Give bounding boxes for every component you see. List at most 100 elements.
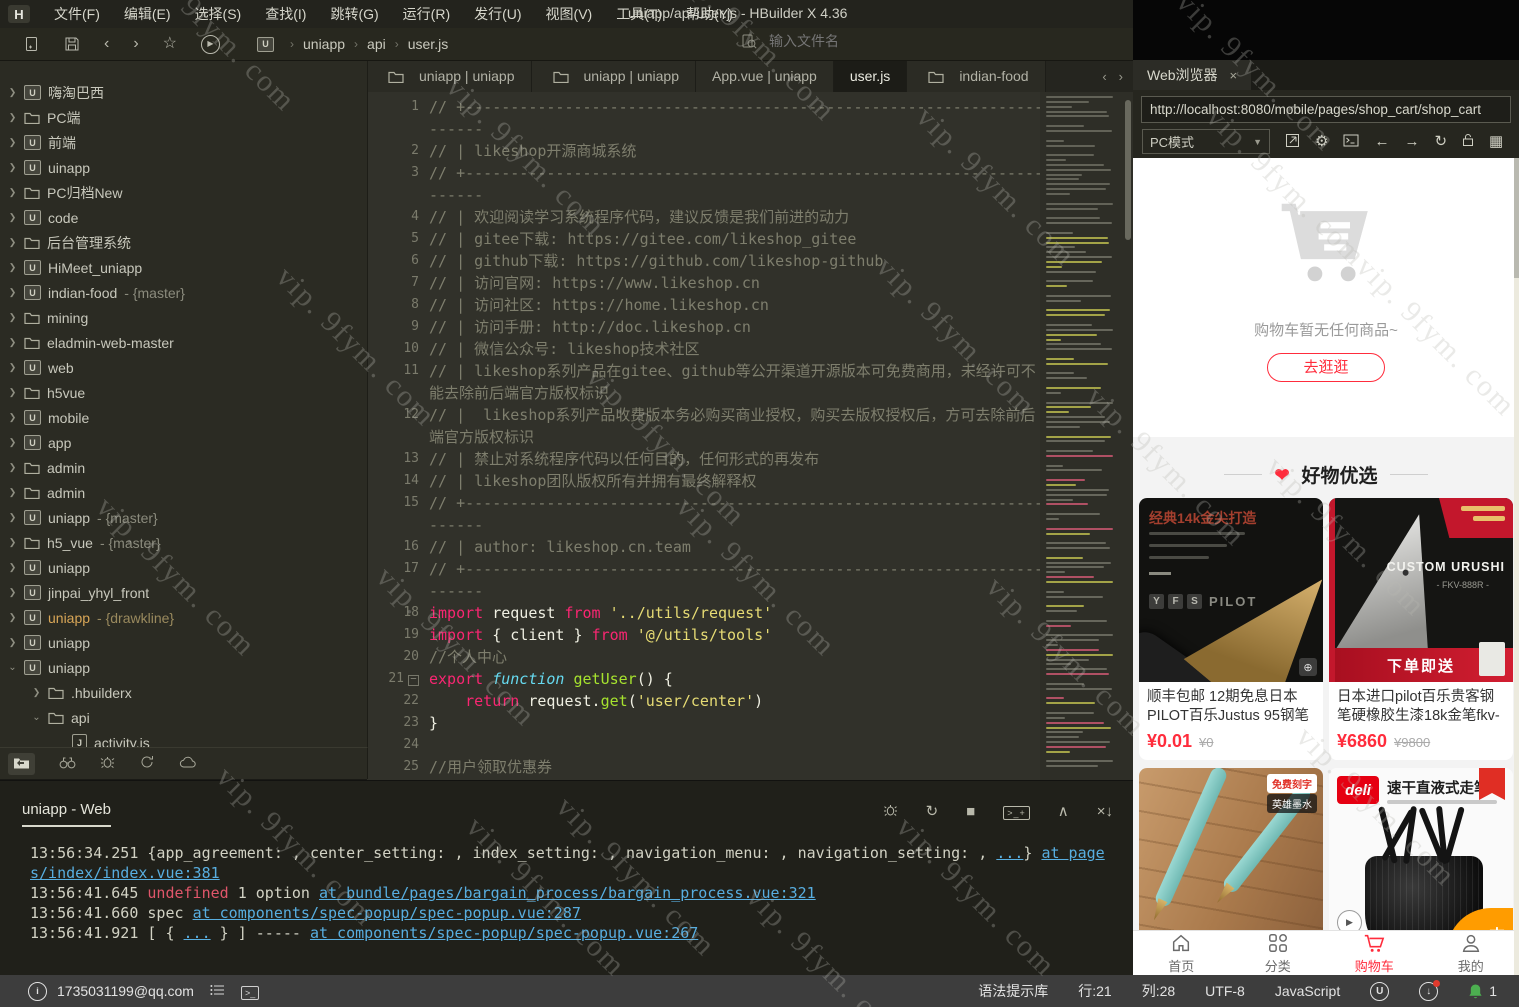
tree-item-PC归档New[interactable]: ❯ PC归档New <box>0 180 367 205</box>
source-link[interactable]: ... <box>996 844 1023 862</box>
status-item-3[interactable]: UTF-8 <box>1205 983 1245 999</box>
locate-file-icon[interactable] <box>8 752 35 775</box>
tab-scroll-left-icon[interactable]: ‹ <box>1102 69 1106 84</box>
cloud-sync-icon[interactable] <box>179 756 197 772</box>
browser-back-icon[interactable]: ← <box>1374 134 1389 149</box>
status-item-2[interactable]: 列:28 <box>1142 981 1175 1001</box>
browser-refresh-icon[interactable]: ↻ <box>1434 134 1447 149</box>
notification-bell[interactable]: 1 <box>1468 983 1497 999</box>
tree-item-admin[interactable]: ❯ admin <box>0 480 367 505</box>
tree-item-h5vue[interactable]: ❯ h5vue <box>0 380 367 405</box>
terminal-status-icon[interactable]: >_ <box>240 984 260 1000</box>
uniapp-status-icon[interactable]: U <box>1370 981 1390 1001</box>
browser-forward-icon[interactable]: → <box>1404 134 1419 149</box>
page-scrollbar[interactable] <box>1514 158 1519 975</box>
tab-cart[interactable]: 购物车 <box>1326 931 1423 975</box>
tree-item-admin[interactable]: ❯ admin <box>0 455 367 480</box>
browser-tab[interactable]: Web浏览器 × <box>1133 60 1252 90</box>
open-external-icon[interactable] <box>1285 133 1300 151</box>
tree-item-activity.js[interactable]: Jactivity.js <box>0 730 367 747</box>
editor-tab-2[interactable]: App.vue | uniapp <box>696 60 834 92</box>
nav-forward-icon[interactable]: › <box>133 36 138 52</box>
menu-item-2[interactable]: 选择(S) <box>195 4 242 24</box>
status-item-1[interactable]: 行:21 <box>1078 981 1111 1001</box>
minimap[interactable] <box>1040 92 1133 780</box>
tree-item-前端[interactable]: ❯ U 前端 <box>0 130 367 155</box>
tree-item-嗨淘巴西[interactable]: ❯ U 嗨淘巴西 <box>0 80 367 105</box>
address-bar[interactable]: http://localhost:8080/mobile/pages/shop_… <box>1141 96 1511 123</box>
outline-list-icon[interactable] <box>210 984 225 998</box>
tree-item-eladmin-web-master[interactable]: ❯ eladmin-web-master <box>0 330 367 355</box>
tab-home[interactable]: 首页 <box>1133 931 1230 975</box>
browser-settings-gear-icon[interactable]: ⚙ <box>1315 134 1328 149</box>
status-item-0[interactable]: 语法提示库 <box>978 981 1048 1001</box>
tab-scroll-right-icon[interactable]: › <box>1119 69 1123 84</box>
device-mode-select[interactable]: PC模式 ▼ <box>1142 129 1270 154</box>
console-stop-icon[interactable]: ■ <box>966 804 975 819</box>
code-editor[interactable]: 1 // +-----------------------------------… <box>367 92 1040 784</box>
product-card-1[interactable]: 经典14k金尖打造 Y F S PILOT ⊕ 顺丰包邮 12期免息日本PILOT百乐Jus… <box>1139 498 1323 760</box>
favorite-star-icon[interactable]: ☆ <box>163 36 177 52</box>
tree-item-PC端[interactable]: ❯ PC端 <box>0 105 367 130</box>
tree-item-uniapp[interactable]: ❯ Uuniapp - {drawkline} <box>0 605 367 630</box>
source-link[interactable]: at components/spec-popup/spec-popup.vue:… <box>310 924 698 942</box>
tab-grid[interactable]: 分类 <box>1230 931 1327 975</box>
go-shopping-button[interactable]: 去逛逛 <box>1267 353 1385 382</box>
product-card-3[interactable]: 免费刻字 英雄墨水 <box>1139 768 1323 952</box>
tree-item-h5_vue[interactable]: ❯ h5_vue - {master} <box>0 530 367 555</box>
breadcrumb[interactable]: U › uniapp › api › user.js <box>252 36 448 52</box>
console-clear-icon[interactable]: ×↓ <box>1097 804 1113 819</box>
browser-console-icon[interactable] <box>1343 134 1359 150</box>
update-download-icon[interactable]: ↓ <box>1419 979 1441 1001</box>
menu-item-1[interactable]: 编辑(E) <box>124 4 171 24</box>
menu-item-5[interactable]: 运行(R) <box>403 4 450 24</box>
file-search[interactable] <box>742 32 1031 50</box>
menu-item-4[interactable]: 跳转(G) <box>330 4 378 24</box>
editor-tab-0[interactable]: uniapp | uniapp <box>367 60 532 92</box>
tab-user[interactable]: 我的 <box>1423 931 1519 975</box>
account-info[interactable]: i 1735031199@qq.com <box>28 981 194 1001</box>
console-terminal-icon[interactable]: >_+ <box>1003 804 1030 820</box>
tree-item-app[interactable]: ❯ Uapp <box>0 430 367 455</box>
tree-item-api[interactable]: ⌄ api <box>0 705 367 730</box>
browser-tab-close-icon[interactable]: × <box>1230 68 1238 83</box>
tree-item-uniapp[interactable]: ❯ Uuniapp <box>0 555 367 580</box>
status-item-4[interactable]: JavaScript <box>1275 983 1340 999</box>
run-icon[interactable]: ▶ <box>201 34 220 54</box>
console-debug-icon[interactable] <box>883 803 898 820</box>
breadcrumb-item-1[interactable]: api <box>367 36 386 52</box>
fold-marker-icon[interactable]: – <box>408 675 419 686</box>
menu-item-0[interactable]: 文件(F) <box>54 4 100 24</box>
tree-item-uniapp[interactable]: ❯ Uuniapp <box>0 630 367 655</box>
tree-item-mobile[interactable]: ❯ Umobile <box>0 405 367 430</box>
save-icon[interactable] <box>64 36 80 52</box>
editor-tab-4[interactable]: indian-food <box>907 60 1046 92</box>
console-collapse-icon[interactable]: ∧ <box>1058 804 1069 819</box>
breadcrumb-item-2[interactable]: user.js <box>408 36 448 52</box>
refresh-sync-icon[interactable] <box>139 755 155 772</box>
new-file-icon[interactable] <box>24 36 40 52</box>
menu-item-6[interactable]: 发行(U) <box>474 4 521 24</box>
tree-item-uinapp[interactable]: ❯ Uuinapp <box>0 155 367 180</box>
search-binoculars-icon[interactable] <box>59 756 76 772</box>
source-link[interactable]: ... <box>184 924 211 942</box>
source-link[interactable]: at bundle/pages/bargain_process/bargain_… <box>319 884 816 902</box>
tree-item-.hbuilderx[interactable]: ❯ .hbuilderx <box>0 680 367 705</box>
tree-item-后台管理系统[interactable]: ❯ 后台管理系统 <box>0 230 367 255</box>
breadcrumb-item-0[interactable]: uniapp <box>303 36 345 52</box>
menu-item-7[interactable]: 视图(V) <box>546 4 593 24</box>
browser-lock-icon[interactable] <box>1462 133 1474 150</box>
menu-item-3[interactable]: 查找(I) <box>265 4 306 24</box>
qr-code-icon[interactable]: ▦ <box>1489 134 1503 149</box>
console-restart-icon[interactable]: ↻ <box>926 804 939 819</box>
tree-item-code[interactable]: ❯ Ucode <box>0 205 367 230</box>
tree-item-indian-food[interactable]: ❯ Uindian-food - {master} <box>0 280 367 305</box>
debug-bug-icon[interactable] <box>100 755 115 772</box>
product-card-2[interactable]: CUSTOM URUSHI - FKV-888R - 下单即送 日本进口pilot百乐… <box>1329 498 1513 760</box>
tree-item-uniapp[interactable]: ❯ Uuniapp - {master} <box>0 505 367 530</box>
tree-item-web[interactable]: ❯ Uweb <box>0 355 367 380</box>
nav-back-icon[interactable]: ‹ <box>104 36 109 52</box>
console-tab[interactable]: uniapp - Web <box>22 801 111 827</box>
editor-tab-3[interactable]: user.js <box>833 60 908 92</box>
search-input[interactable] <box>767 32 1031 50</box>
